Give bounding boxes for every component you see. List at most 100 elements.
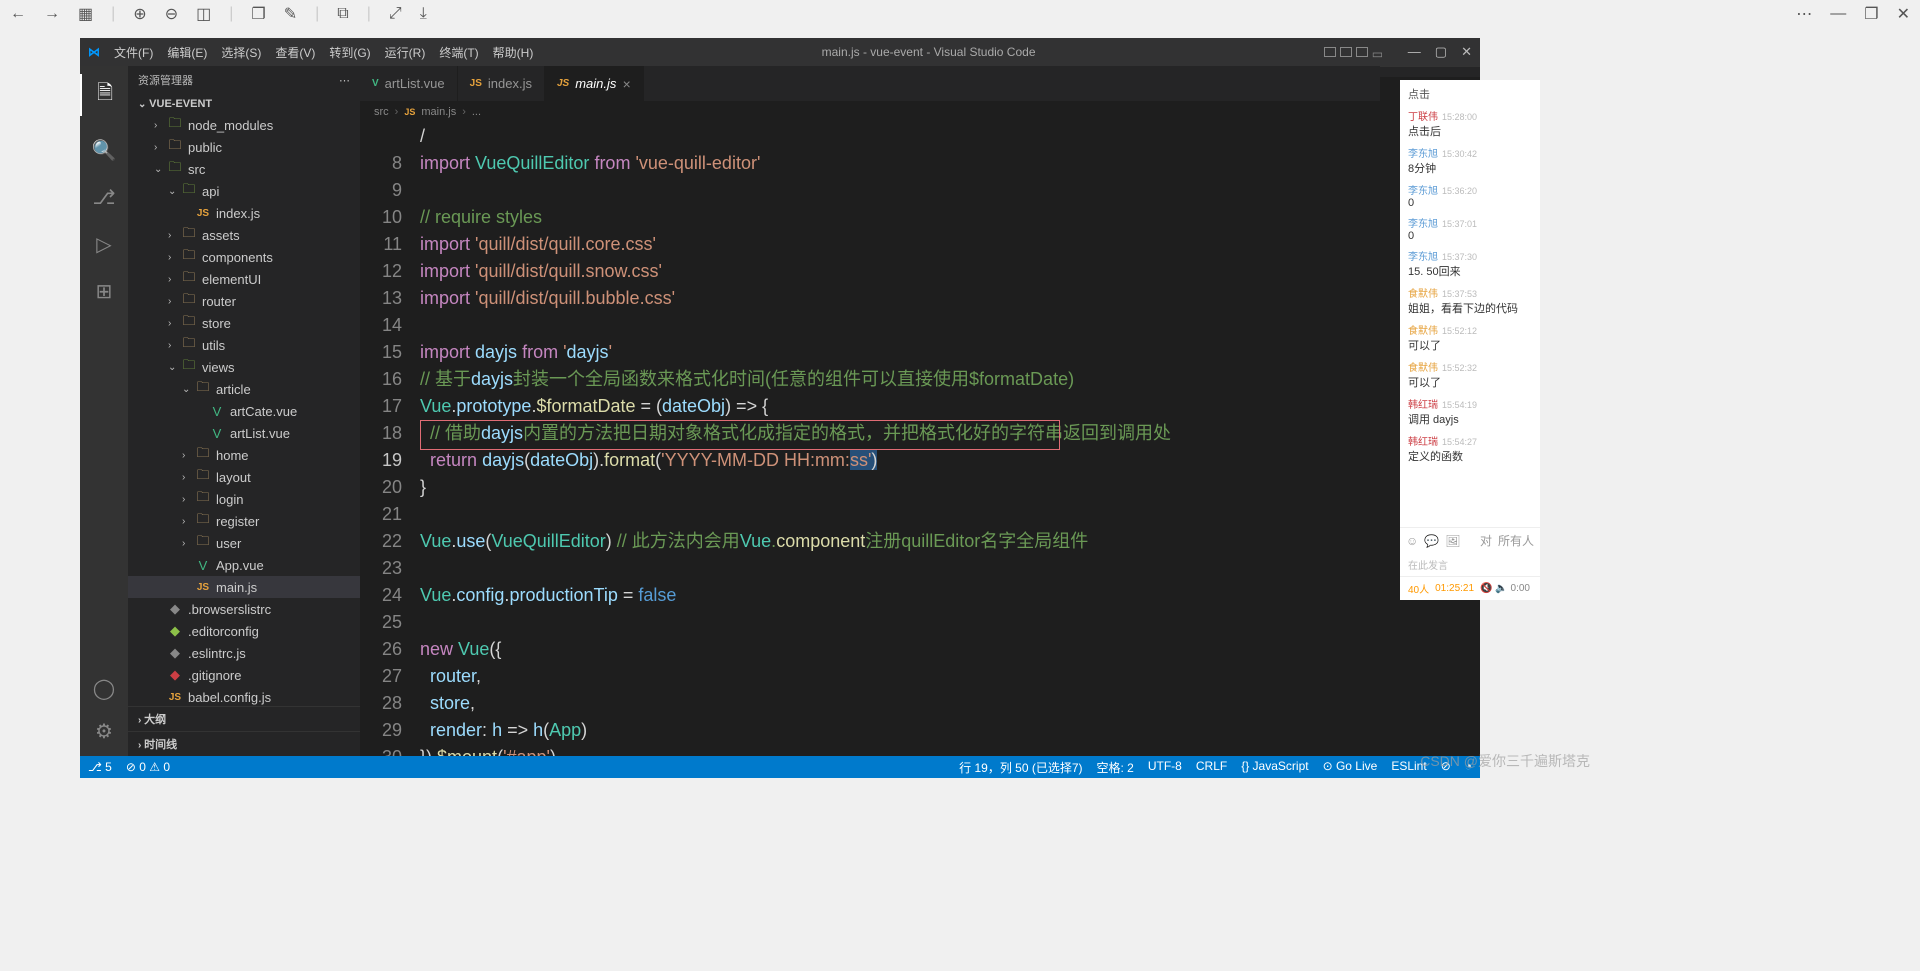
clip-icon[interactable]: ❐ [251, 4, 265, 24]
sidebar-section[interactable]: › 时间线 [128, 731, 360, 756]
code-line[interactable]: render: h => h(App) [420, 717, 1380, 744]
menu-item[interactable]: 文件(F) [114, 44, 153, 61]
code-line[interactable]: Vue.prototype.$formatDate = (dateObj) =>… [420, 393, 1380, 420]
account-icon[interactable]: ◯ [93, 676, 115, 701]
tree-item[interactable]: ⌄🗀api [128, 180, 360, 202]
code-line[interactable]: import 'quill/dist/quill.core.css' [420, 231, 1380, 258]
status-item[interactable]: CRLF [1196, 759, 1227, 776]
menu-item[interactable]: 运行(R) [385, 44, 426, 61]
explorer-icon[interactable]: 🗎 [80, 74, 128, 116]
sidebar-more-icon[interactable]: ⋯ [339, 74, 350, 87]
tree-item[interactable]: ›🗀store [128, 312, 360, 334]
tree-item[interactable]: ›🗀utils [128, 334, 360, 356]
tree-item[interactable]: ›🗀home [128, 444, 360, 466]
comment-icon[interactable]: 💬 [1424, 534, 1439, 548]
search-icon[interactable]: 🔍 [92, 138, 117, 163]
tree-item[interactable]: ›🗀login [128, 488, 360, 510]
editor-tab[interactable]: VartList.vue [360, 66, 458, 101]
code-line[interactable] [420, 501, 1380, 528]
status-item[interactable]: 空格: 2 [1097, 759, 1134, 776]
tree-item[interactable]: ◆.gitignore [128, 664, 360, 686]
chat-messages[interactable]: 丁联伟15:28:00点击后李东旭15:30:428分钟李东旭15:36:200… [1400, 108, 1540, 527]
code-line[interactable]: // require styles [420, 204, 1380, 231]
code-line[interactable]: Vue.config.productionTip = false [420, 582, 1380, 609]
code-area[interactable]: 8910111213141516171819202122232425262728… [360, 123, 1380, 756]
tree-item[interactable]: JSindex.js [128, 202, 360, 224]
code-line[interactable]: } [420, 474, 1380, 501]
tree-item[interactable]: ›🗀layout [128, 466, 360, 488]
fullscreen-icon[interactable]: ⤢ [389, 5, 402, 23]
download-icon[interactable]: ⤓ [420, 5, 427, 23]
tree-item[interactable]: VartCate.vue [128, 400, 360, 422]
tree-item[interactable]: ⌄🗀article [128, 378, 360, 400]
code-line[interactable]: import VueQuillEditor from 'vue-quill-ed… [420, 150, 1380, 177]
status-item[interactable]: ⊙ Go Live [1323, 759, 1378, 776]
tree-item[interactable]: ›🗀user [128, 532, 360, 554]
layout-icons[interactable]: ▭ [1324, 47, 1384, 57]
tree-item[interactable]: ›🗀elementUI [128, 268, 360, 290]
tree-item[interactable]: JSmain.js [128, 576, 360, 598]
emoji-icon[interactable]: ☺ [1406, 534, 1418, 548]
menu-item[interactable]: 编辑(E) [167, 44, 207, 61]
code-line[interactable] [420, 555, 1380, 582]
menu-item[interactable]: 终端(T) [439, 44, 478, 61]
tree-item[interactable]: ◆.eslintrc.js [128, 642, 360, 664]
code-line[interactable] [420, 177, 1380, 204]
tree-item[interactable]: JSbabel.config.js [128, 686, 360, 706]
status-item[interactable]: 行 19，列 50 (已选择7) [959, 759, 1082, 776]
tree-item[interactable]: ›🗀assets [128, 224, 360, 246]
nav-fwd-icon[interactable]: → [44, 5, 60, 23]
apps-icon[interactable]: ▦ [78, 4, 93, 24]
code-line[interactable]: // 借助dayjs内置的方法把日期对象格式化成指定的格式，并把格式化好的字符串… [420, 420, 1380, 447]
scm-icon[interactable]: ⎇ [92, 185, 115, 210]
code-line[interactable]: store, [420, 690, 1380, 717]
tree-item[interactable]: ⌄🗀src [128, 158, 360, 180]
tree-item[interactable]: ›🗀node_modules [128, 114, 360, 136]
menu-item[interactable]: 转到(G) [329, 44, 370, 61]
minimize-icon[interactable]: — [1830, 5, 1846, 23]
tree-item[interactable]: ⌄🗀views [128, 356, 360, 378]
status-item[interactable]: UTF-8 [1148, 759, 1182, 776]
code-line[interactable]: import 'quill/dist/quill.snow.css' [420, 258, 1380, 285]
breadcrumb[interactable]: src› JS main.js› ... [360, 101, 1380, 123]
tree-item[interactable]: ›🗀register [128, 510, 360, 532]
tree-item[interactable]: ›🗀public [128, 136, 360, 158]
code-line[interactable]: Vue.use(VueQuillEditor) // 此方法内会用Vue.com… [420, 528, 1380, 555]
chat-target[interactable]: 所有人 [1498, 532, 1534, 549]
code-line[interactable]: }).$mount('#app') [420, 744, 1380, 756]
zoom-in-icon[interactable]: ⊕ [133, 4, 146, 24]
panel-icon[interactable]: ◫ [196, 4, 211, 24]
problems-status[interactable]: ⊘ 0 ⚠ 0 [126, 760, 170, 774]
tree-item[interactable]: VApp.vue [128, 554, 360, 576]
nav-back-icon[interactable]: ← [10, 5, 26, 23]
code-line[interactable]: new Vue({ [420, 636, 1380, 663]
project-name[interactable]: ⌄ VUE-EVENT [128, 94, 360, 114]
image-icon[interactable]: 🖼 [1445, 534, 1460, 548]
close-icon[interactable]: ✕ [1897, 4, 1910, 24]
edit-icon[interactable]: ✎ [284, 4, 297, 24]
sidebar-section[interactable]: › 大纲 [128, 706, 360, 731]
win-close-icon[interactable]: ✕ [1461, 44, 1472, 60]
win-min-icon[interactable]: — [1408, 44, 1421, 60]
chat-input[interactable]: 在此发言 [1400, 553, 1540, 576]
menu-item[interactable]: 选择(S) [221, 44, 261, 61]
status-item[interactable]: {} JavaScript [1241, 759, 1308, 776]
code-line[interactable] [420, 609, 1380, 636]
editor-tab[interactable]: JSmain.js× [545, 66, 644, 101]
close-icon[interactable]: × [622, 76, 630, 92]
more-icon[interactable]: ⋯ [1796, 4, 1812, 24]
debug-icon[interactable]: ▷ [96, 232, 111, 257]
editor-tab[interactable]: JSindex.js [458, 66, 545, 101]
tree-item[interactable]: ◆.editorconfig [128, 620, 360, 642]
win-max-icon[interactable]: ▢ [1435, 44, 1447, 60]
tree-item[interactable]: ◆.browserslistrc [128, 598, 360, 620]
zoom-out-icon[interactable]: ⊖ [165, 4, 178, 24]
extensions-icon[interactable]: ⊞ [96, 279, 113, 304]
menu-item[interactable]: 查看(V) [275, 44, 315, 61]
code-line[interactable]: import 'quill/dist/quill.bubble.css' [420, 285, 1380, 312]
code-line[interactable]: return dayjs(dateObj).format('YYYY-MM-DD… [420, 447, 1380, 474]
tree-item[interactable]: ›🗀components [128, 246, 360, 268]
copy-icon[interactable]: ⧉ [337, 5, 348, 23]
tree-item[interactable]: ›🗀router [128, 290, 360, 312]
code-line[interactable] [420, 312, 1380, 339]
